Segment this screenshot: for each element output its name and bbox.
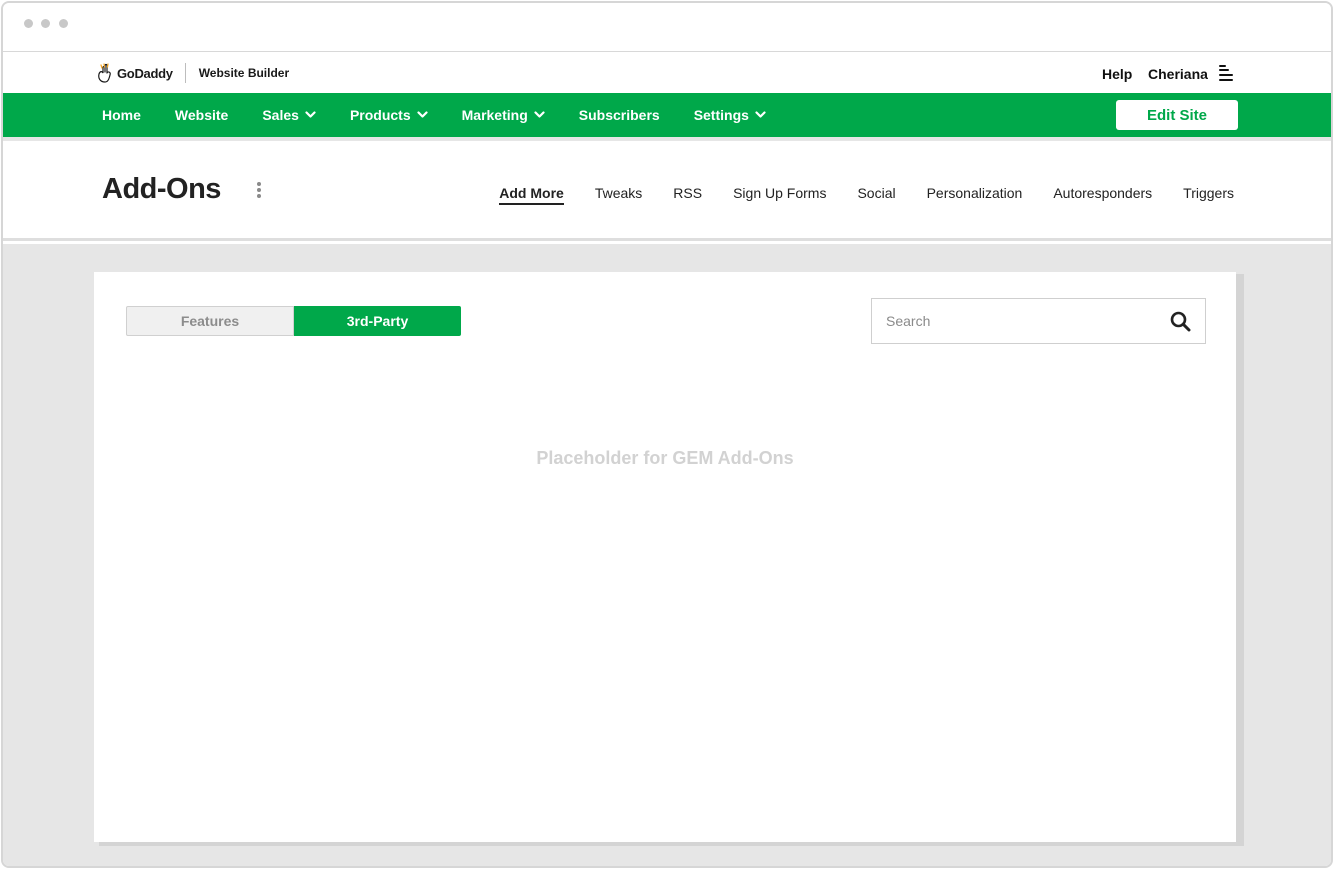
page-header: Add-Ons Add More Tweaks RSS Sign Up Forms So…: [3, 141, 1331, 241]
subnav-tab-autoresponders[interactable]: Autoresponders: [1053, 185, 1152, 205]
brand-logo[interactable]: GoDaddy Website Builder: [97, 62, 289, 84]
hamburger-menu-icon[interactable]: [1219, 65, 1237, 81]
addons-card: Features 3rd-Party Placeholder for GEM A…: [94, 272, 1236, 842]
subnav-tab-tweaks[interactable]: Tweaks: [595, 185, 642, 205]
nav-item-label: Marketing: [461, 107, 528, 123]
window-chrome: [3, 3, 1331, 52]
source-toggle: Features 3rd-Party: [126, 306, 461, 336]
help-link[interactable]: Help: [1102, 66, 1132, 82]
window-dot-maximize[interactable]: [59, 19, 68, 28]
nav-item-label: Settings: [693, 107, 749, 123]
third-party-toggle-button[interactable]: 3rd-Party: [294, 306, 461, 336]
nav-item-subscribers[interactable]: Subscribers: [579, 107, 660, 123]
subnav-tab-add-more[interactable]: Add More: [499, 185, 564, 205]
nav-item-label: Subscribers: [578, 107, 660, 123]
edit-site-button[interactable]: Edit Site: [1116, 100, 1238, 130]
nav-items: Home Website Sales Products Marketing Subscri…: [102, 93, 800, 137]
subnav-tab-personalization[interactable]: Personalization: [927, 185, 1023, 205]
content-area: Features 3rd-Party Placeholder for GEM A…: [3, 244, 1331, 866]
nav-item-home[interactable]: Home: [102, 107, 141, 123]
addons-placeholder-text: Placeholder for GEM Add-Ons: [536, 448, 794, 468]
nav-item-sales[interactable]: Sales: [262, 107, 316, 123]
nav-item-products[interactable]: Products: [350, 107, 428, 123]
godaddy-logo-icon: [98, 63, 111, 83]
search-box: [871, 298, 1206, 344]
nav-item-settings[interactable]: Settings: [694, 107, 766, 123]
more-options-icon[interactable]: [256, 182, 262, 202]
main-nav: Home Website Sales Products Marketing Subscri…: [3, 93, 1331, 137]
search-input[interactable]: [872, 299, 1152, 343]
chevron-down-icon: [305, 111, 316, 118]
window-dot-minimize[interactable]: [41, 19, 50, 28]
subnav-tab-rss[interactable]: RSS: [673, 185, 702, 205]
nav-item-label: Home: [102, 107, 141, 123]
browser-window: GoDaddy Website Builder Help Cheriana Ho…: [1, 1, 1333, 868]
subnav-tab-sign-up-forms[interactable]: Sign Up Forms: [733, 185, 826, 205]
product-name: Website Builder: [198, 66, 290, 80]
window-dot-close[interactable]: [24, 19, 33, 28]
page-title: Add-Ons: [102, 173, 221, 205]
subnav-tab-triggers[interactable]: Triggers: [1183, 185, 1234, 205]
nav-item-marketing[interactable]: Marketing: [462, 107, 545, 123]
search-icon[interactable]: [1170, 311, 1191, 332]
subnav-tab-social[interactable]: Social: [857, 185, 895, 205]
chevron-down-icon: [417, 111, 428, 118]
features-toggle-button[interactable]: Features: [126, 306, 294, 336]
top-bar: GoDaddy Website Builder Help Cheriana: [3, 53, 1331, 93]
logo-text: GoDaddy: [117, 65, 173, 81]
nav-item-label: Sales: [262, 107, 299, 123]
sub-nav: Add More Tweaks RSS Sign Up Forms Social Pers…: [468, 185, 1234, 205]
nav-item-label: Products: [349, 107, 411, 123]
nav-item-website[interactable]: Website: [175, 107, 228, 123]
notification-dot-icon: [1219, 65, 1226, 67]
chevron-down-icon: [534, 111, 545, 118]
logo-divider: [184, 63, 186, 83]
nav-item-label: Website: [174, 107, 229, 123]
chevron-down-icon: [755, 111, 766, 118]
user-name[interactable]: Cheriana: [1148, 66, 1208, 82]
